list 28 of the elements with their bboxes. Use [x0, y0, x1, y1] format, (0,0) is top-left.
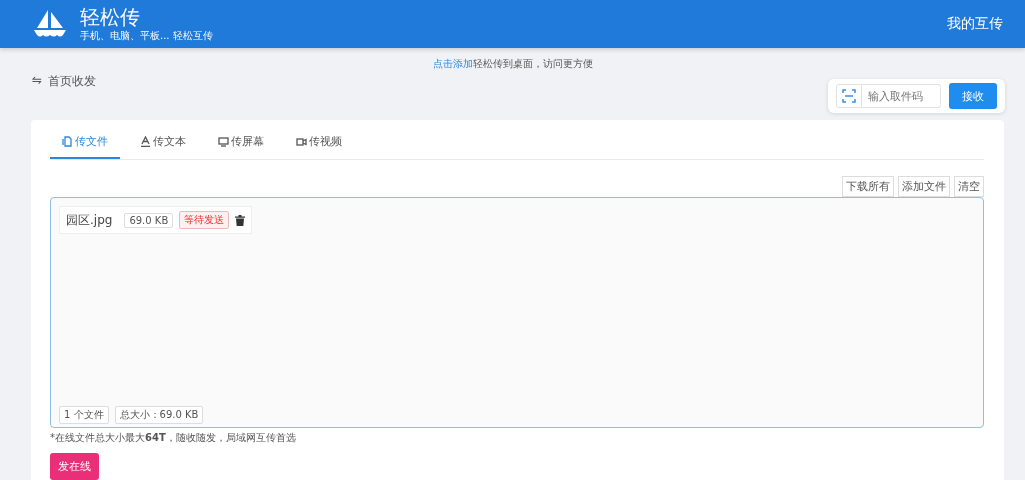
- files-icon: [62, 136, 73, 147]
- send-button[interactable]: 发在线: [50, 453, 99, 480]
- toolbar-button[interactable]: 添加文件: [898, 176, 950, 197]
- trash-icon[interactable]: [235, 214, 246, 226]
- summary-tag: 总大小：69.0 KB: [114, 406, 204, 424]
- app-title: 轻松传: [80, 5, 141, 29]
- code-input-field[interactable]: 输入取件码: [862, 84, 941, 108]
- file-status: 等待发送: [179, 211, 230, 229]
- my-transfers-link[interactable]: 我的互传: [947, 15, 1003, 33]
- toolbar-button[interactable]: 下载所有: [842, 176, 894, 197]
- app-subtitle: 手机、电脑、平板... 轻松互传: [80, 29, 213, 43]
- scan-icon: [836, 84, 862, 108]
- camera-icon: [296, 137, 307, 146]
- tab[interactable]: 传屏幕: [206, 128, 276, 159]
- letter-icon: [140, 136, 151, 147]
- tab[interactable]: 传视频: [284, 128, 354, 159]
- notice-text: 轻松传到桌面，访问更方便: [472, 58, 593, 69]
- file-name: 园区.jpg: [66, 211, 113, 229]
- add-link[interactable]: 点击添加: [432, 58, 473, 69]
- toolbar-button[interactable]: 清空: [954, 176, 984, 197]
- file-size: 69.0 KB: [124, 212, 174, 228]
- tab[interactable]: 传文件: [50, 128, 120, 159]
- summary-tag: 1 个文件: [59, 406, 109, 424]
- size-note: *在线文件总大小最大64T，随收随发，局域网互传首选: [50, 431, 297, 445]
- page-title: 首页收发: [48, 73, 97, 90]
- tab[interactable]: 传文本: [128, 128, 198, 159]
- swap-icon: ⇋: [32, 73, 43, 113]
- monitor-icon: [218, 136, 229, 147]
